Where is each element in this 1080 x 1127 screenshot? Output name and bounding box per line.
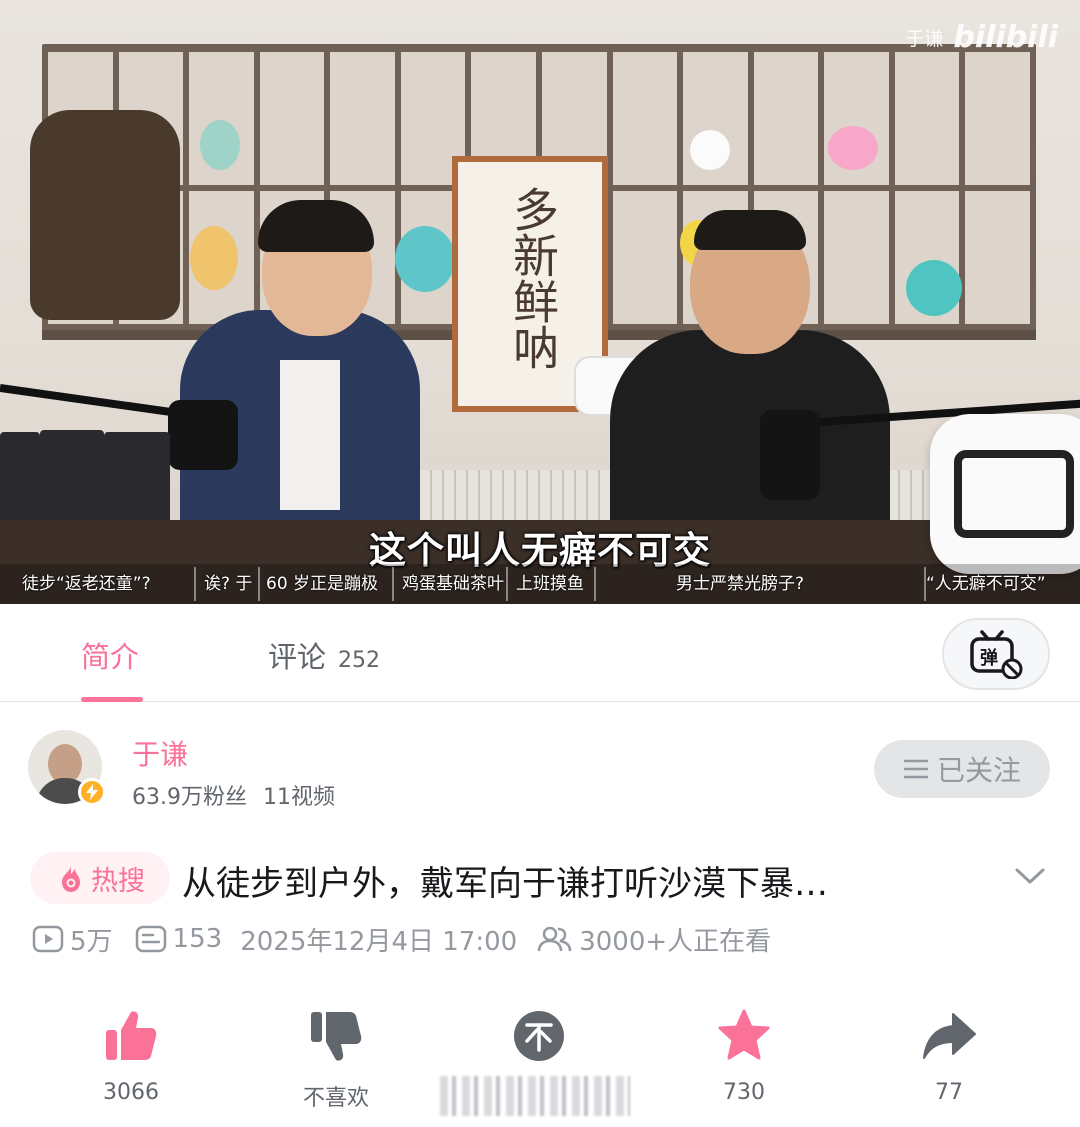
- tab-bar: 简介 评论 252 弹: [0, 604, 1080, 702]
- dislike-label: 不喜欢: [302, 1086, 369, 1111]
- danmaku-toggle-button[interactable]: 弹: [942, 618, 1050, 690]
- comments-count: 252: [338, 648, 381, 673]
- like-count: 3066: [103, 1080, 159, 1105]
- coin-button[interactable]: [479, 1008, 599, 1080]
- chapter-item[interactable]: 徒步“返老还童”?: [0, 567, 196, 601]
- tab-comments[interactable]: 评论 252: [268, 634, 380, 676]
- uploader-name[interactable]: 于谦: [132, 733, 188, 773]
- video-count: 11视频: [263, 785, 335, 810]
- chapter-item[interactable]: 男士严禁光膀子?: [596, 567, 926, 601]
- flame-icon: [62, 865, 80, 892]
- like-button[interactable]: 3066: [71, 1008, 191, 1105]
- video-player[interactable]: 多新鲜呐 于谦 bilibili 这个叫人无癖不可交 徒步“返老还童”? 诶? …: [0, 0, 1080, 604]
- svg-text:弹: 弹: [980, 647, 998, 669]
- view-count: 5万: [32, 921, 113, 958]
- hot-search-label: 热搜: [91, 865, 145, 897]
- watching-count: 3000+人正在看: [537, 921, 771, 958]
- chapter-item[interactable]: 鸡蛋基础茶叶: [394, 567, 508, 601]
- coin-icon: [514, 1011, 564, 1061]
- verified-badge-icon: [78, 778, 106, 806]
- danmaku-count-icon: [135, 925, 166, 953]
- watermark: 于谦 bilibili: [905, 20, 1058, 55]
- backpack: [30, 110, 180, 320]
- play-count-icon: [32, 925, 64, 953]
- bilibili-logo: bilibili: [953, 20, 1058, 55]
- video-title[interactable]: 从徒步到户外，戴军向于谦打听沙漠下暴…: [182, 856, 828, 905]
- dislike-button[interactable]: 不喜欢: [276, 1008, 396, 1112]
- uploader-stats: 63.9万粉丝 11视频: [132, 779, 335, 811]
- blurred-overlay: [440, 1076, 630, 1116]
- hot-search-badge[interactable]: 热搜: [30, 852, 170, 904]
- favorite-count: 730: [723, 1080, 765, 1105]
- microphone-left: [168, 400, 238, 470]
- thumbs-down-icon: [311, 1012, 362, 1061]
- danmaku-off-icon: 弹: [970, 630, 1023, 679]
- chevron-down-icon[interactable]: [1014, 864, 1046, 888]
- danmaku-count: 153: [135, 924, 222, 954]
- favorite-button[interactable]: 730: [684, 1008, 804, 1105]
- microphone-right: [760, 410, 820, 500]
- active-tab-indicator: [81, 697, 143, 702]
- video-meta: 5万 153 2025年12月4日 17:00 3000+人正在看: [32, 921, 771, 958]
- follow-button[interactable]: 已关注: [874, 740, 1050, 798]
- chapter-item[interactable]: 上班摸鱼: [508, 567, 596, 601]
- star-icon: [718, 1009, 770, 1060]
- menu-icon: [903, 759, 929, 779]
- chapter-bar[interactable]: 徒步“返老还童”? 诶? 于 60 岁正是蹦极 鸡蛋基础茶叶 上班摸鱼 男士严禁…: [0, 564, 1080, 604]
- thumbs-up-icon: [106, 1011, 157, 1060]
- follow-label: 已关注: [936, 754, 1021, 787]
- publish-datetime: 2025年12月4日 17:00: [240, 926, 518, 957]
- fans-count: 63.9万粉丝: [132, 785, 247, 810]
- people-icon: [537, 926, 572, 952]
- tab-intro[interactable]: 简介: [81, 634, 139, 676]
- tab-comments-label: 评论: [268, 640, 327, 674]
- chapter-item[interactable]: 诶? 于: [196, 567, 260, 601]
- share-count: 77: [935, 1080, 963, 1105]
- share-arrow-icon: [923, 1013, 976, 1059]
- share-button[interactable]: 77: [889, 1008, 1009, 1105]
- chapter-item[interactable]: “人无癖不可交”: [926, 567, 1080, 601]
- chapter-item[interactable]: 60 岁正是蹦极: [260, 567, 394, 601]
